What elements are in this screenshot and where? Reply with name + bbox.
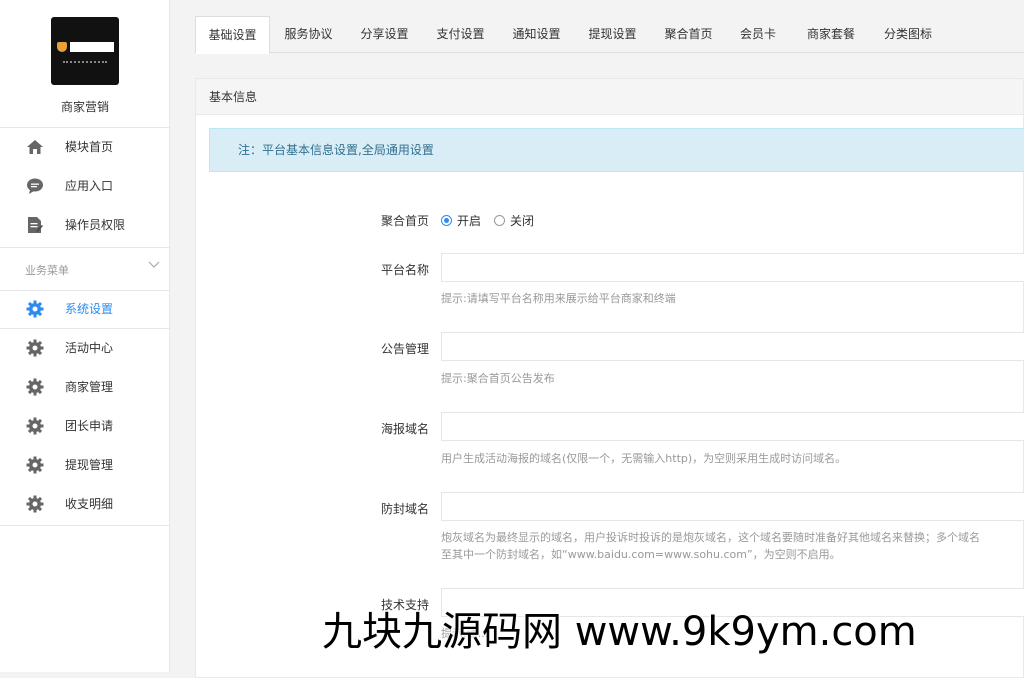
block-domain-input[interactable] — [441, 492, 1024, 521]
basic-info-panel: 基本信息 注：平台基本信息设置,全局通用设置 聚合首页 开启 关闭 平台名称 提… — [195, 78, 1024, 678]
tab-share-settings[interactable]: 分享设置 — [348, 16, 421, 53]
poster-domain-input[interactable] — [441, 412, 1024, 441]
aggregate-home-label: 聚合首页 — [380, 214, 429, 228]
settings-tabs: 基础设置 服务协议 分享设置 支付设置 通知设置 提现设置 聚合首页 会员卡 商… — [195, 16, 1024, 54]
tab-withdraw-settings[interactable]: 提现设置 — [576, 16, 649, 53]
aggregate-on-radio[interactable]: 开启 — [441, 212, 481, 229]
logo-mark-icon — [57, 42, 67, 52]
menu-section-header: 业务菜单 — [25, 264, 69, 277]
chat-bubble-icon — [26, 177, 44, 195]
tab-basic-settings[interactable]: 基础设置 — [195, 16, 270, 54]
home-icon — [26, 138, 44, 156]
announcement-label: 公告管理 — [380, 342, 429, 356]
gear-icon — [26, 417, 44, 435]
announcement-hint: 提示:聚合首页公告发布 — [441, 372, 555, 385]
sidebar-item-module-home[interactable]: 模块首页 — [0, 127, 170, 166]
sidebar-item-withdraw-management[interactable]: 提现管理 — [0, 445, 170, 484]
tab-merchant-package[interactable]: 商家套餐 — [794, 16, 868, 53]
tab-notification-settings[interactable]: 通知设置 — [500, 16, 573, 53]
poster-domain-label: 海报域名 — [380, 422, 429, 436]
main-content: 基础设置 服务协议 分享设置 支付设置 通知设置 提现设置 聚合首页 会员卡 商… — [195, 16, 1024, 678]
gear-icon — [26, 378, 44, 396]
poster-domain-hint: 用户生成活动海报的域名(仅限一个，无需输入http)，为空则采用生成时访问域名。 — [441, 452, 847, 465]
block-domain-label: 防封域名 — [380, 502, 429, 516]
chevron-down-icon[interactable] — [148, 258, 160, 272]
sidebar-item-operator-permissions[interactable]: 操作员权限 — [0, 205, 170, 244]
sidebar-item-system-settings[interactable]: 系统设置 — [0, 289, 170, 328]
sidebar-item-app-entry[interactable]: 应用入口 — [0, 166, 170, 205]
tab-membership-card[interactable]: 会员卡 — [728, 16, 788, 53]
shop-logo[interactable] — [51, 17, 119, 85]
notice-alert: 注：平台基本信息设置,全局通用设置 — [209, 128, 1024, 172]
gear-icon — [26, 456, 44, 474]
aggregate-off-radio[interactable]: 关闭 — [494, 212, 534, 229]
block-domain-hint-line2: 至其中一个防封域名，如“www.baidu.com=www.sohu.com”，… — [441, 548, 841, 561]
document-edit-icon — [26, 216, 44, 234]
tab-service-agreement[interactable]: 服务协议 — [272, 16, 345, 53]
sidebar-item-activity-center[interactable]: 活动中心 — [0, 328, 170, 367]
logo-section: 商家营销 — [0, 0, 169, 128]
shop-name: 商家营销 — [60, 100, 109, 114]
tab-aggregate-home[interactable]: 聚合首页 — [652, 16, 725, 53]
block-domain-hint-line1: 炮灰域名为最终显示的域名，用户投诉时投诉的是炮灰域名，这个域名要随时准备好其他域… — [441, 531, 980, 544]
tab-category-icons[interactable]: 分类图标 — [871, 16, 945, 53]
platform-name-label: 平台名称 — [380, 263, 429, 277]
watermark-text: 九块九源码网 www.9k9ym.com — [322, 609, 917, 655]
panel-title: 基本信息 — [196, 79, 1023, 115]
gear-icon — [26, 300, 44, 318]
tab-payment-settings[interactable]: 支付设置 — [424, 16, 497, 53]
sidebar-item-merchant-management[interactable]: 商家管理 — [0, 367, 170, 406]
platform-name-hint: 提示:请填写平台名称用来展示给平台商家和终端 — [441, 292, 676, 305]
platform-name-input[interactable] — [441, 253, 1024, 282]
gear-icon — [26, 339, 44, 357]
sidebar-item-income-expense-detail[interactable]: 收支明细 — [0, 484, 170, 523]
announcement-input[interactable] — [441, 332, 1024, 361]
sidebar: 商家营销 模块首页 应用入口 操作员权限 业务菜单 系统设置 活动中心 商家管理… — [0, 0, 170, 672]
sidebar-item-leader-application[interactable]: 团长申请 — [0, 406, 170, 445]
gear-icon — [26, 495, 44, 513]
